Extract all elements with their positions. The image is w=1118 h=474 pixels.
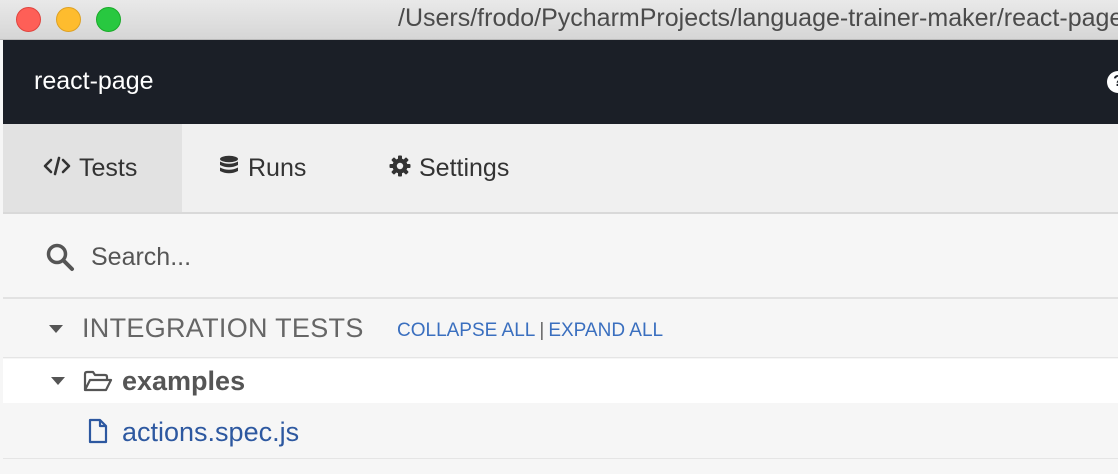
app-header: react-page ? — [3, 40, 1118, 124]
project-title: react-page — [34, 67, 154, 95]
tab-settings[interactable]: Settings — [389, 124, 509, 212]
window-title-path: /Users/frodo/PycharmProjects/language-tr… — [398, 4, 1118, 32]
folder-row[interactable]: examples — [3, 359, 1118, 403]
help-icon[interactable]: ? — [1107, 71, 1118, 93]
tab-tests[interactable]: Tests — [3, 124, 182, 212]
specs-section-header: INTEGRATION TESTS COLLAPSE ALL | EXPAND AL… — [3, 300, 1118, 358]
code-icon — [43, 156, 71, 181]
caret-down-icon[interactable] — [51, 377, 65, 385]
search-icon — [45, 242, 75, 277]
spec-file-row[interactable]: actions.spec.js — [3, 403, 1118, 459]
window-titlebar: /Users/frodo/PycharmProjects/language-tr… — [0, 0, 1118, 40]
spec-file-link[interactable]: actions.spec.js — [122, 417, 299, 448]
collapse-all-link[interactable]: COLLAPSE ALL — [397, 320, 535, 341]
tab-runs-label: Runs — [248, 153, 307, 182]
window-maximize-button[interactable] — [96, 7, 121, 32]
expand-all-link[interactable]: EXPAND ALL — [548, 320, 663, 341]
specs-actions: COLLAPSE ALL | EXPAND ALL — [397, 320, 663, 342]
actions-separator: | — [539, 320, 545, 341]
specs-section-title: INTEGRATION TESTS — [82, 313, 364, 343]
tab-settings-label: Settings — [419, 153, 510, 182]
folder-name: examples — [122, 366, 246, 396]
folder-open-icon — [83, 370, 113, 397]
caret-down-icon[interactable] — [49, 325, 63, 333]
file-icon — [88, 418, 108, 449]
tab-tests-label: Tests — [79, 153, 138, 182]
search-input[interactable] — [91, 235, 991, 279]
window-close-button[interactable] — [16, 7, 41, 32]
window-minimize-button[interactable] — [56, 7, 81, 32]
search-bar — [3, 215, 1118, 299]
database-icon — [218, 155, 240, 182]
gear-icon — [389, 155, 411, 182]
nav-tabs: Tests Runs Settings — [3, 124, 1118, 214]
tab-runs[interactable]: Runs — [218, 124, 306, 212]
